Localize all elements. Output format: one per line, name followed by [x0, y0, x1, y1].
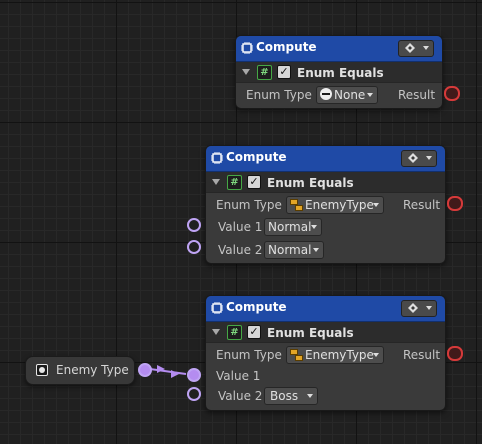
value2-label: Value 2 — [218, 243, 263, 257]
enum-type-dropdown[interactable]: EnemyType — [286, 196, 384, 214]
compute-node-1[interactable]: Compute # ✓ Enum Equals Enum Type None R… — [235, 35, 443, 109]
node-options-button[interactable] — [398, 40, 434, 57]
value2-input-port[interactable] — [187, 387, 201, 401]
enum-type-value: EnemyType — [305, 348, 374, 362]
result-label: Result — [403, 348, 441, 362]
chevron-down-icon — [373, 203, 379, 207]
node-subtitle: Enum Equals — [267, 176, 354, 190]
node-title: Compute — [226, 300, 287, 314]
collapse-arrow-icon[interactable] — [212, 329, 220, 335]
result-label: Result — [403, 198, 441, 212]
diamond-icon — [405, 43, 415, 53]
variable-icon — [36, 364, 48, 376]
enum-type-icon — [290, 349, 303, 361]
chevron-down-icon — [367, 93, 373, 97]
enum-type-label: Enum Type — [216, 198, 282, 212]
value1-label: Value 1 — [216, 369, 261, 383]
value2-value: Boss — [270, 389, 299, 403]
enum-type-label: Enum Type — [216, 348, 282, 362]
node-header[interactable]: Compute — [206, 296, 445, 322]
node-title: Compute — [226, 150, 287, 164]
chip-icon — [241, 42, 253, 54]
result-output-port[interactable] — [447, 196, 463, 211]
node-options-button[interactable] — [401, 150, 437, 167]
chip-icon — [211, 152, 223, 164]
hash-icon: # — [227, 325, 242, 340]
enum-type-dropdown[interactable]: None — [316, 86, 378, 104]
chevron-down-icon — [311, 225, 317, 229]
node-header[interactable]: Compute — [236, 36, 442, 62]
chevron-down-icon — [307, 394, 313, 398]
chip-icon — [211, 302, 223, 314]
enum-type-value: EnemyType — [305, 198, 374, 212]
node-title: Compute — [256, 40, 317, 54]
node-subheader: # ✓ Enum Equals — [206, 172, 445, 193]
chevron-down-icon — [423, 46, 429, 50]
enabled-checkbox[interactable]: ✓ — [247, 175, 261, 189]
enemy-type-variable-node[interactable]: Enemy Type — [25, 356, 135, 385]
diamond-icon — [408, 303, 418, 313]
node-subheader: # ✓ Enum Equals — [206, 322, 445, 343]
chevron-down-icon — [426, 306, 432, 310]
value2-dropdown[interactable]: Normal — [264, 241, 324, 259]
value1-input-port[interactable] — [187, 368, 201, 382]
flow-arrow-icon — [157, 365, 165, 373]
diamond-icon — [408, 153, 418, 163]
node-options-button[interactable] — [401, 300, 437, 317]
compute-node-2[interactable]: Compute # ✓ Enum Equals Enum Type EnemyT… — [205, 145, 446, 264]
chevron-down-icon — [426, 156, 432, 160]
result-label: Result — [398, 88, 436, 102]
value2-input-port[interactable] — [187, 240, 201, 254]
value2-dropdown[interactable]: Boss — [264, 387, 318, 405]
value1-label: Value 1 — [218, 220, 263, 234]
none-circle-icon — [320, 88, 332, 100]
enabled-checkbox[interactable]: ✓ — [247, 325, 261, 339]
chevron-down-icon — [373, 353, 379, 357]
chevron-down-icon — [313, 248, 319, 252]
hash-icon: # — [227, 175, 242, 190]
hash-icon: # — [257, 65, 272, 80]
value1-input-port[interactable] — [187, 218, 201, 232]
compute-node-3[interactable]: Compute # ✓ Enum Equals Enum Type EnemyT… — [205, 295, 446, 411]
enum-type-value: None — [334, 88, 366, 102]
variable-output-port[interactable] — [138, 363, 152, 377]
enabled-checkbox[interactable]: ✓ — [277, 65, 291, 79]
node-subtitle: Enum Equals — [267, 326, 354, 340]
enum-type-label: Enum Type — [246, 88, 312, 102]
collapse-arrow-icon[interactable] — [242, 69, 250, 75]
enum-type-icon — [290, 199, 303, 211]
node-subheader: # ✓ Enum Equals — [236, 62, 442, 83]
result-output-port[interactable] — [447, 346, 463, 361]
flow-arrow-icon — [171, 370, 179, 378]
result-output-port[interactable] — [444, 86, 460, 101]
collapse-arrow-icon[interactable] — [212, 179, 220, 185]
value1-value: Normal — [268, 220, 312, 234]
value2-value: Normal — [268, 243, 312, 257]
value2-label: Value 2 — [218, 389, 263, 403]
value1-dropdown[interactable]: Normal — [264, 218, 322, 236]
node-subtitle: Enum Equals — [297, 66, 384, 80]
enum-type-dropdown[interactable]: EnemyType — [286, 346, 384, 364]
variable-label: Enemy Type — [56, 363, 129, 377]
node-header[interactable]: Compute — [206, 146, 445, 172]
